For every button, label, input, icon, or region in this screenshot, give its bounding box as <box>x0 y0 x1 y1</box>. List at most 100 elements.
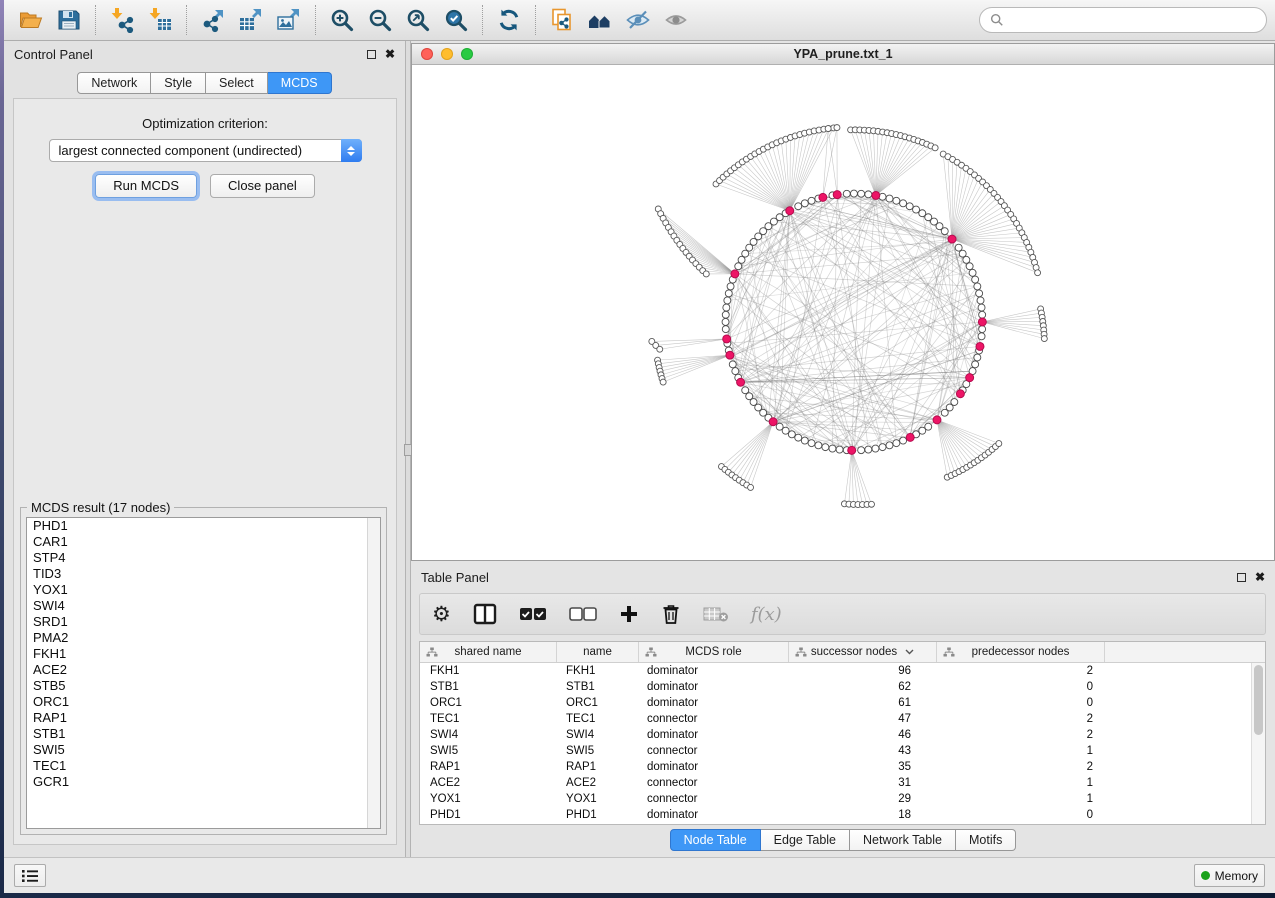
mcds-result-item[interactable]: FKH1 <box>27 646 380 662</box>
network-canvas[interactable] <box>412 65 1274 560</box>
column-header-successor-nodes[interactable]: successor nodes <box>789 642 937 662</box>
function-builder-button[interactable]: f(x) <box>751 599 782 629</box>
apply-layout-button[interactable] <box>490 4 528 36</box>
mcds-result-item[interactable]: STB5 <box>27 678 380 694</box>
trash-icon <box>661 603 681 625</box>
mcds-result-item[interactable]: STB1 <box>27 726 380 742</box>
float-panel-icon[interactable] <box>367 50 376 59</box>
close-panel-icon[interactable]: ✖ <box>385 48 395 60</box>
tab-network[interactable]: Network <box>77 72 151 94</box>
table-cell: 1 <box>937 791 1105 807</box>
node-table: shared namenameMCDS rolesuccessor nodesp… <box>419 641 1266 825</box>
mcds-result-item[interactable]: SWI4 <box>27 598 380 614</box>
mcds-result-item[interactable]: STP4 <box>27 550 380 566</box>
table-row[interactable]: PHD1PHD1dominator180 <box>420 807 1251 823</box>
create-column-button[interactable] <box>619 599 639 629</box>
mcds-result-item[interactable]: PMA2 <box>27 630 380 646</box>
show-columns-button[interactable] <box>473 599 497 629</box>
deselect-all-button[interactable] <box>569 599 597 629</box>
table-scrollbar[interactable] <box>1251 663 1265 824</box>
column-header-predecessor-nodes[interactable]: predecessor nodes <box>937 642 1105 662</box>
table-row[interactable]: SWI4SWI4dominator462 <box>420 727 1251 743</box>
export-network-button[interactable] <box>194 4 232 36</box>
table-cell: dominator <box>639 695 789 711</box>
table-row[interactable]: TEC1TEC1connector472 <box>420 711 1251 727</box>
close-panel-button[interactable]: Close panel <box>210 174 315 198</box>
table-cell: 2 <box>937 663 1105 679</box>
mcds-result-item[interactable]: CAR1 <box>27 534 380 550</box>
list-scrollbar[interactable] <box>367 518 380 828</box>
mcds-result-item[interactable]: PHD1 <box>27 518 380 534</box>
table-cell: connector <box>639 743 789 759</box>
import-network-button[interactable] <box>103 4 141 36</box>
column-header-name[interactable]: name <box>557 642 639 662</box>
zoom-in-button[interactable] <box>323 4 361 36</box>
save-session-button[interactable] <box>50 4 88 36</box>
float-table-panel-icon[interactable] <box>1237 573 1246 582</box>
tab-edge-table[interactable]: Edge Table <box>761 829 850 851</box>
tab-node-table[interactable]: Node Table <box>670 829 761 851</box>
task-history-button[interactable] <box>14 864 46 887</box>
optimization-criterion-select[interactable]: largest connected component (undirected) <box>49 139 362 162</box>
mcds-result-item[interactable]: SWI5 <box>27 742 380 758</box>
mcds-result-item[interactable]: TEC1 <box>27 758 380 774</box>
scrollbar-thumb[interactable] <box>1254 665 1263 735</box>
table-cell: 62 <box>789 679 937 695</box>
delete-table-button[interactable] <box>703 599 729 629</box>
network-window-titlebar[interactable]: YPA_prune.txt_1 <box>412 44 1274 65</box>
mcds-panel: Optimization criterion: largest connecte… <box>13 98 397 845</box>
table-row[interactable]: YOX1YOX1connector291 <box>420 791 1251 807</box>
import-table-button[interactable] <box>141 4 179 36</box>
table-row[interactable]: FKH1FKH1dominator962 <box>420 663 1251 679</box>
table-cell: SWI5 <box>557 743 639 759</box>
table-row[interactable]: STB1STB1dominator620 <box>420 679 1251 695</box>
mcds-result-item[interactable]: ACE2 <box>27 662 380 678</box>
open-file-button[interactable] <box>12 4 50 36</box>
delete-column-button[interactable] <box>661 599 681 629</box>
table-cell: connector <box>639 711 789 727</box>
mcds-result-item[interactable]: RAP1 <box>27 710 380 726</box>
duplicate-network-button[interactable] <box>543 4 581 36</box>
table-panel: Table Panel ✖ ⚙ <box>411 564 1275 853</box>
table-cell: 31 <box>789 775 937 791</box>
export-table-button[interactable] <box>232 4 270 36</box>
toolbar-separator <box>482 5 483 35</box>
table-settings-button[interactable]: ⚙ <box>432 599 451 629</box>
mcds-result-item[interactable]: YOX1 <box>27 582 380 598</box>
table-cell: 2 <box>937 727 1105 743</box>
mcds-result-item[interactable]: SRD1 <box>27 614 380 630</box>
zoom-out-button[interactable] <box>361 4 399 36</box>
select-all-button[interactable] <box>519 599 547 629</box>
mcds-result-item[interactable]: ORC1 <box>27 694 380 710</box>
close-table-panel-icon[interactable]: ✖ <box>1255 571 1265 583</box>
zoom-selected-button[interactable] <box>437 4 475 36</box>
table-row[interactable]: ORC1ORC1dominator610 <box>420 695 1251 711</box>
table-cell: 35 <box>789 759 937 775</box>
run-mcds-button[interactable]: Run MCDS <box>95 174 197 198</box>
table-row[interactable]: RAP1RAP1dominator352 <box>420 759 1251 775</box>
tab-motifs[interactable]: Motifs <box>956 829 1016 851</box>
tab-network-table[interactable]: Network Table <box>850 829 956 851</box>
column-header-MCDS-role[interactable]: MCDS role <box>639 642 789 662</box>
tab-select[interactable]: Select <box>206 72 268 94</box>
mcds-result-item[interactable]: GCR1 <box>27 774 380 790</box>
table-row[interactable]: SWI5SWI5connector431 <box>420 743 1251 759</box>
search-input[interactable] <box>1010 13 1256 27</box>
export-network-icon <box>200 7 226 33</box>
tab-style[interactable]: Style <box>151 72 206 94</box>
first-neighbors-button[interactable] <box>581 4 619 36</box>
zoom-fit-button[interactable] <box>399 4 437 36</box>
table-cell: STB1 <box>420 679 557 695</box>
tab-mcds[interactable]: MCDS <box>268 72 332 94</box>
export-image-button[interactable] <box>270 4 308 36</box>
table-cell: 1 <box>937 743 1105 759</box>
column-header-shared-name[interactable]: shared name <box>420 642 557 662</box>
import-network-icon <box>109 7 135 33</box>
table-cell: PHD1 <box>557 807 639 823</box>
memory-button[interactable]: Memory <box>1194 864 1265 887</box>
table-cell: 0 <box>937 679 1105 695</box>
hide-selected-button[interactable] <box>619 4 657 36</box>
table-row[interactable]: ACE2ACE2connector311 <box>420 775 1251 791</box>
mcds-result-item[interactable]: TID3 <box>27 566 380 582</box>
show-all-button[interactable] <box>657 4 695 36</box>
